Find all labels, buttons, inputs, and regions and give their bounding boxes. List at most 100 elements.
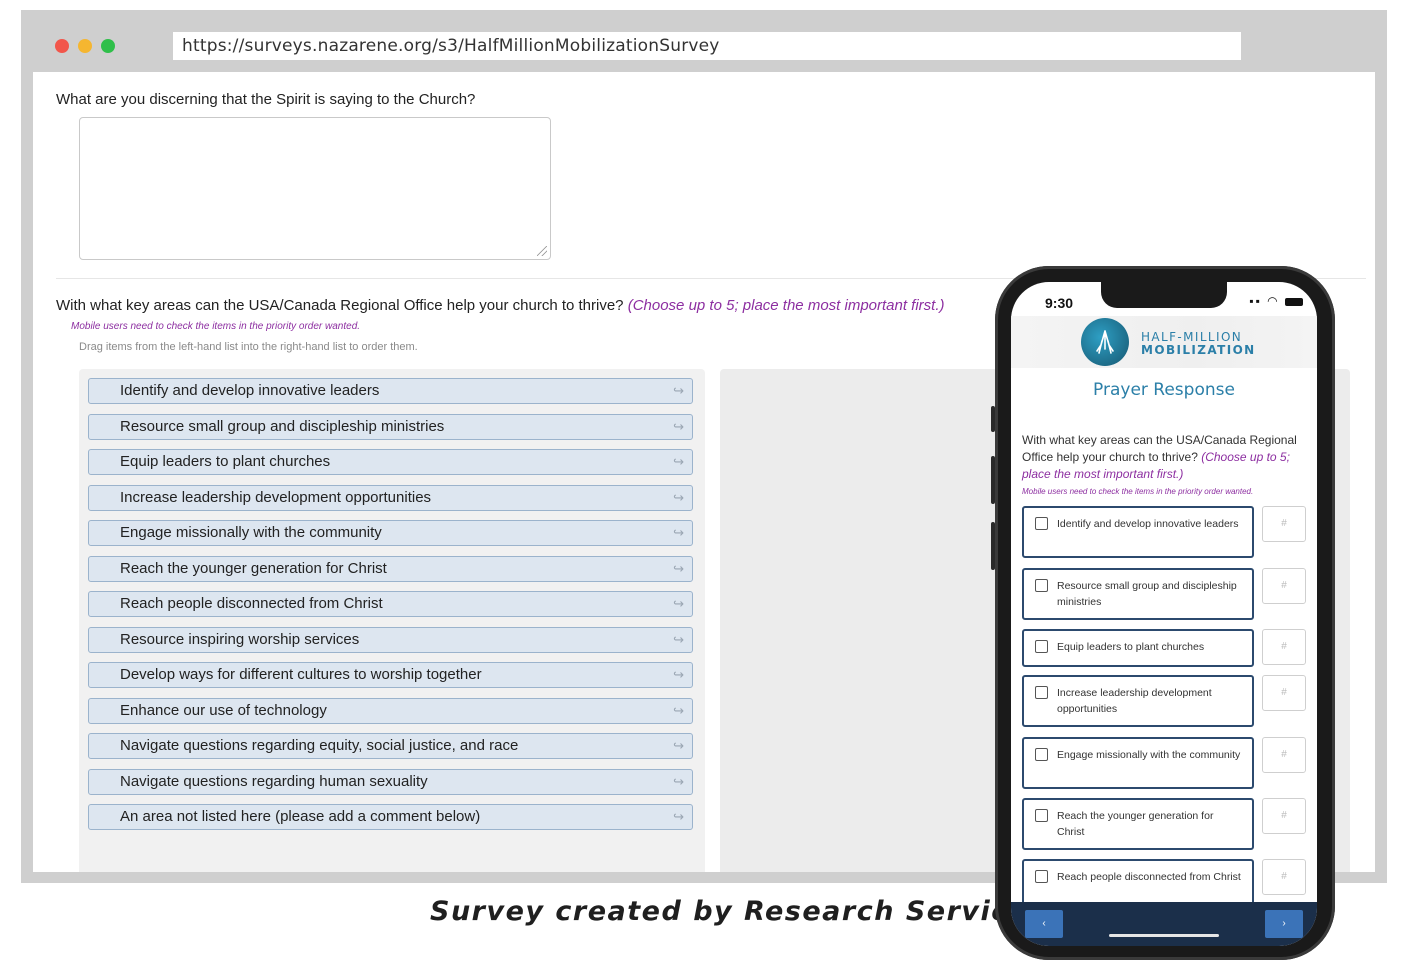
- draggable-option-item[interactable]: Engage missionally with the community ↪: [88, 520, 693, 546]
- phone-screen: 9:30 ▪▪ ◠ HALF-MILLION MOBILIZATION Pray…: [1011, 282, 1317, 946]
- option-label: Identify and develop innovative leaders: [1057, 518, 1239, 530]
- option-checkbox[interactable]: [1035, 579, 1048, 592]
- rank-number-input[interactable]: #: [1262, 568, 1306, 604]
- mobile-option-box[interactable]: Identify and develop innovative leaders: [1022, 506, 1254, 558]
- option-label: Develop ways for different cultures to w…: [120, 666, 482, 683]
- maximize-window-button[interactable]: [101, 39, 115, 53]
- battery-icon: [1285, 297, 1303, 306]
- share-arrow-icon[interactable]: ↪: [673, 734, 684, 758]
- praying-hands-logo-icon: [1081, 318, 1129, 366]
- brand-name: HALF-MILLION MOBILIZATION: [1141, 331, 1256, 357]
- signal-icon: ▪▪: [1249, 294, 1262, 308]
- option-label: Resource small group and discipleship mi…: [120, 417, 445, 435]
- mobile-question: With what key areas can the USA/Canada R…: [1022, 432, 1312, 483]
- share-arrow-icon[interactable]: ↪: [673, 592, 684, 616]
- wifi-icon: ◠: [1267, 294, 1280, 308]
- option-label: Resource inspiring worship services: [120, 630, 360, 648]
- share-arrow-icon[interactable]: ↪: [673, 486, 684, 510]
- share-arrow-icon[interactable]: ↪: [673, 663, 684, 687]
- draggable-option-item[interactable]: An area not listed here (please add a co…: [88, 804, 693, 830]
- draggable-option-item[interactable]: Navigate questions regarding human sexua…: [88, 768, 693, 795]
- mobile-option-box[interactable]: Resource small group and discipleship mi…: [1022, 568, 1254, 620]
- previous-page-button[interactable]: ‹: [1025, 910, 1063, 938]
- mobile-option-box[interactable]: Increase leadership development opportun…: [1022, 675, 1254, 727]
- option-label: Navigate questions regarding equity, soc…: [120, 737, 519, 754]
- question-key-areas-label: With what key areas can the USA/Canada R…: [56, 297, 945, 314]
- share-arrow-icon[interactable]: ↪: [673, 770, 684, 794]
- phone-mockup: 9:30 ▪▪ ◠ HALF-MILLION MOBILIZATION Pray…: [991, 266, 1335, 960]
- mobile-priority-note: Mobile users need to check the items in …: [1022, 487, 1254, 496]
- next-page-button[interactable]: ›: [1265, 910, 1303, 938]
- share-arrow-icon[interactable]: ↪: [673, 521, 684, 545]
- source-list[interactable]: Identify and develop innovative leaders ↪…: [79, 369, 705, 872]
- option-label: Reach the younger generation for Christ: [1057, 810, 1214, 838]
- option-checkbox[interactable]: [1035, 748, 1048, 761]
- rank-number-input[interactable]: #: [1262, 798, 1306, 834]
- draggable-option-item[interactable]: Identify and develop innovative leaders ↪: [88, 378, 693, 404]
- option-label: Engage missionally with the community: [120, 524, 382, 541]
- option-label: Enhance our use of technology: [120, 701, 327, 719]
- browser-titlebar: https://surveys.nazarene.org/s3/HalfMill…: [21, 10, 1387, 72]
- rank-number-input[interactable]: #: [1262, 506, 1306, 542]
- option-label: Engage missionally with the community: [1057, 749, 1241, 761]
- question-key-areas-text: With what key areas can the USA/Canada R…: [56, 297, 624, 314]
- mobile-option-box[interactable]: Engage missionally with the community: [1022, 737, 1254, 789]
- draggable-option-item[interactable]: Navigate questions regarding equity, soc…: [88, 733, 693, 759]
- brand-header: HALF-MILLION MOBILIZATION: [1011, 316, 1317, 368]
- option-checkbox[interactable]: [1035, 640, 1048, 653]
- option-label: Increase leadership development opportun…: [1057, 687, 1212, 715]
- option-checkbox[interactable]: [1035, 686, 1048, 699]
- share-arrow-icon[interactable]: ↪: [673, 699, 684, 723]
- draggable-option-item[interactable]: Equip leaders to plant churches ↪: [88, 449, 693, 475]
- option-label: Equip leaders to plant churches: [1057, 641, 1205, 653]
- option-label: Identify and develop innovative leaders: [120, 382, 380, 399]
- resize-grip-icon[interactable]: [537, 246, 547, 256]
- share-arrow-icon[interactable]: ↪: [673, 628, 684, 652]
- share-arrow-icon[interactable]: ↪: [673, 805, 684, 829]
- share-arrow-icon[interactable]: ↪: [673, 450, 684, 474]
- share-arrow-icon[interactable]: ↪: [673, 557, 684, 581]
- rank-number-input[interactable]: #: [1262, 629, 1306, 665]
- rank-number-input[interactable]: #: [1262, 859, 1306, 895]
- option-checkbox[interactable]: [1035, 809, 1048, 822]
- option-label: Increase leadership development opportun…: [120, 488, 432, 506]
- close-window-button[interactable]: [55, 39, 69, 53]
- rank-number-input[interactable]: #: [1262, 675, 1306, 711]
- mobile-page-title: Prayer Response: [1093, 380, 1235, 400]
- draggable-option-item[interactable]: Develop ways for different cultures to w…: [88, 662, 693, 688]
- phone-mute-switch: [991, 406, 995, 432]
- question-spirit-label: What are you discerning that the Spirit …: [56, 91, 476, 108]
- option-label: Equip leaders to plant churches: [120, 453, 331, 470]
- option-checkbox[interactable]: [1035, 517, 1048, 530]
- caption-text: Survey created by Research Services: [430, 896, 1047, 927]
- draggable-option-item[interactable]: Resource inspiring worship services ↪: [88, 626, 693, 653]
- mobile-option-box[interactable]: Equip leaders to plant churches: [1022, 629, 1254, 667]
- option-checkbox[interactable]: [1035, 870, 1048, 883]
- draggable-option-item[interactable]: Enhance our use of technology ↪: [88, 697, 693, 724]
- rank-number-input[interactable]: #: [1262, 737, 1306, 773]
- share-arrow-icon[interactable]: ↪: [673, 379, 684, 403]
- draggable-option-item[interactable]: Increase leadership development opportun…: [88, 484, 693, 511]
- option-label: An area not listed here (please add a co…: [120, 808, 481, 825]
- brand-line-2: MOBILIZATION: [1141, 343, 1256, 357]
- option-label: Resource small group and discipleship mi…: [1057, 580, 1237, 608]
- mobile-option-box[interactable]: Reach the younger generation for Christ: [1022, 798, 1254, 850]
- option-label: Reach the younger generation for Christ: [120, 559, 387, 577]
- minimize-window-button[interactable]: [78, 39, 92, 53]
- phone-volume-up: [991, 456, 995, 504]
- status-time: 9:30: [1045, 295, 1074, 311]
- drag-instructions: Drag items from the left-hand list into …: [79, 341, 418, 353]
- mobile-users-note: Mobile users need to check the items in …: [71, 321, 361, 332]
- home-indicator: [1109, 934, 1219, 937]
- share-arrow-icon[interactable]: ↪: [673, 415, 684, 439]
- status-icons: ▪▪ ◠: [1249, 294, 1303, 308]
- spirit-response-textarea[interactable]: [79, 117, 551, 260]
- draggable-option-item[interactable]: Reach people disconnected from Christ ↪: [88, 591, 693, 617]
- draggable-option-item[interactable]: Resource small group and discipleship mi…: [88, 413, 693, 440]
- draggable-option-item[interactable]: Reach the younger generation for Christ ↪: [88, 555, 693, 582]
- option-label: Reach people disconnected from Christ: [120, 595, 383, 612]
- address-bar[interactable]: https://surveys.nazarene.org/s3/HalfMill…: [173, 32, 1241, 60]
- option-label: Navigate questions regarding human sexua…: [120, 772, 428, 790]
- mobile-bottom-nav: ‹ ›: [1011, 902, 1317, 946]
- option-label: Reach people disconnected from Christ: [1057, 871, 1241, 883]
